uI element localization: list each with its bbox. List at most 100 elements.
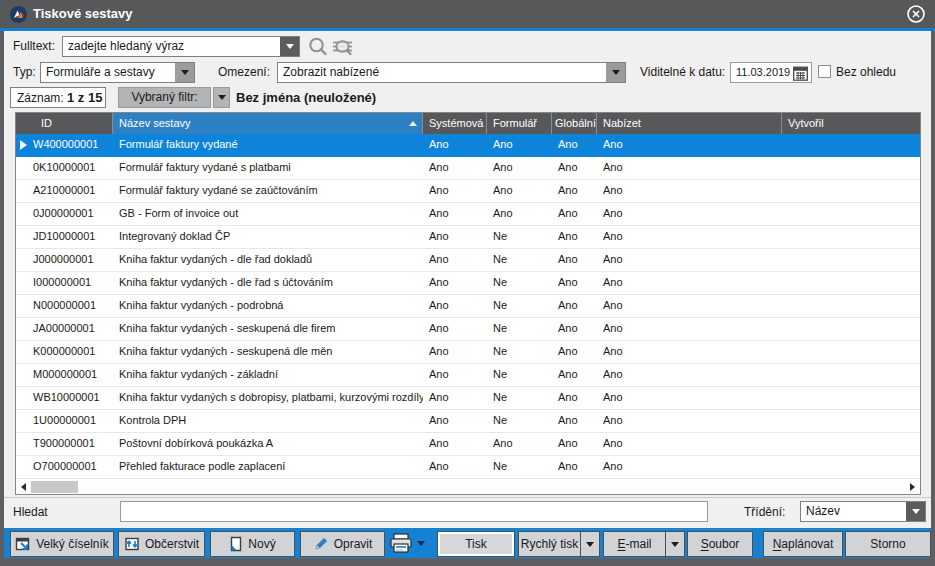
sort-dropdown-button[interactable] bbox=[906, 502, 925, 521]
cell-systemova: Ano bbox=[423, 134, 487, 156]
cell-vytvoril bbox=[782, 157, 920, 179]
cell-id: WB10000001 bbox=[16, 387, 113, 409]
cell-id: K000000001 bbox=[16, 341, 113, 363]
naplanovat-button[interactable]: Naplánovat bbox=[763, 531, 843, 557]
cell-systemova: Ano bbox=[423, 249, 487, 271]
storno-button[interactable]: Storno bbox=[845, 531, 931, 557]
table-row[interactable]: 1U00000001 Kontrola DPH Ano Ne Ano Ano bbox=[16, 410, 920, 433]
scrollbar-thumb[interactable] bbox=[31, 481, 78, 493]
type-combobox[interactable]: Formuláře a sestavy bbox=[40, 62, 195, 83]
column-header-id[interactable]: ID bbox=[16, 113, 113, 134]
novy-button[interactable]: Nový bbox=[210, 531, 295, 557]
cell-name: GB - Form of invoice out bbox=[113, 203, 423, 225]
fulltext-dropdown-button[interactable] bbox=[280, 37, 299, 56]
table-row[interactable]: 0K10000001 Formulář faktury vydané s pla… bbox=[16, 157, 920, 180]
close-icon[interactable] bbox=[907, 5, 925, 23]
table-row[interactable]: A210000001 Formulář faktury vydané se za… bbox=[16, 180, 920, 203]
cell-nabizet: Ano bbox=[597, 249, 782, 271]
cell-id: O700000001 bbox=[16, 456, 113, 478]
table-row[interactable]: JD10000001 Integrovaný doklad ČP Ano Ne … bbox=[16, 226, 920, 249]
refresh-icon bbox=[124, 536, 140, 552]
date-field[interactable]: 11.03.2019 bbox=[730, 62, 812, 83]
soubor-button[interactable]: Soubor bbox=[687, 531, 753, 557]
tisk-button[interactable]: Tisk bbox=[437, 531, 515, 557]
cell-name: Formulář faktury vydané bbox=[113, 134, 423, 156]
rychly-tisk-dropdown-button[interactable] bbox=[580, 532, 599, 556]
scroll-left-icon[interactable] bbox=[21, 483, 26, 491]
cell-nabizet: Ano bbox=[597, 203, 782, 225]
column-header-formular[interactable]: Formulář bbox=[487, 113, 552, 134]
cell-globalni: Ano bbox=[552, 249, 597, 271]
email-button[interactable]: E-mail bbox=[603, 531, 685, 557]
cell-formular: Ano bbox=[487, 157, 552, 179]
bottom-toolbar: Velký číselník Občerstvit Nový Opravit bbox=[4, 528, 931, 558]
rychly-tisk-button[interactable]: Rychlý tisk bbox=[518, 531, 600, 557]
velky-ciselnik-button[interactable]: Velký číselník bbox=[10, 531, 114, 557]
cell-vytvoril bbox=[782, 134, 920, 156]
scroll-right-icon[interactable] bbox=[910, 483, 915, 491]
cell-name: Kniha faktur vydaných - seskupená dle fi… bbox=[113, 318, 423, 340]
cell-nabizet: Ano bbox=[597, 295, 782, 317]
type-dropdown-button[interactable] bbox=[175, 63, 194, 82]
selected-filter-button[interactable]: Vybraný filtr: bbox=[118, 87, 211, 108]
bez-ohledu-checkbox[interactable] bbox=[818, 65, 831, 78]
column-header-nazev[interactable]: Název sestavy bbox=[113, 113, 423, 134]
sort-label: Třídění: bbox=[744, 502, 785, 523]
horizontal-scrollbar[interactable] bbox=[16, 480, 920, 494]
window-title: Tiskové sestavy bbox=[33, 6, 133, 21]
window-frame-bottom bbox=[0, 558, 935, 566]
table-row[interactable]: T900000001 Poštovní dobírková poukázka A… bbox=[16, 433, 920, 456]
table-row[interactable]: W400000001 Formulář faktury vydané Ano A… bbox=[16, 134, 920, 157]
cell-name: Kniha faktur vydaných - dle řad dokladů bbox=[113, 249, 423, 271]
table-row[interactable]: 0J00000001 GB - Form of invoice out Ano … bbox=[16, 203, 920, 226]
cell-globalni: Ano bbox=[552, 433, 597, 455]
opravit-button[interactable]: Opravit bbox=[300, 531, 385, 557]
table-row[interactable]: J000000001 Kniha faktur vydaných - dle ř… bbox=[16, 249, 920, 272]
cell-vytvoril bbox=[782, 341, 920, 363]
cell-globalni: Ano bbox=[552, 134, 597, 156]
cell-vytvoril bbox=[782, 410, 920, 432]
selected-filter-dropdown-button[interactable] bbox=[213, 87, 230, 108]
sort-combobox[interactable]: Název bbox=[800, 501, 926, 522]
calendar-icon[interactable] bbox=[792, 65, 808, 81]
print-menu-dropdown-icon[interactable] bbox=[417, 541, 425, 546]
table-row[interactable]: JA00000001 Kniha faktur vydaných - sesku… bbox=[16, 318, 920, 341]
obcerstvit-button[interactable]: Občerstvit bbox=[118, 531, 205, 557]
column-header-globalni[interactable]: Globální bbox=[552, 113, 597, 134]
cell-systemova: Ano bbox=[423, 180, 487, 202]
search-icon[interactable] bbox=[307, 36, 329, 58]
cell-name: Kniha faktur vydaných - základní bbox=[113, 364, 423, 386]
restriction-dropdown-button[interactable] bbox=[606, 63, 625, 82]
search-input[interactable] bbox=[120, 501, 708, 522]
table-row[interactable]: N000000001 Kniha faktur vydaných - podro… bbox=[16, 295, 920, 318]
column-header-nabizet[interactable]: Nabízet bbox=[597, 113, 782, 134]
cell-name: Formulář faktury vydané se zaúčtováním bbox=[113, 180, 423, 202]
cell-id: 0K10000001 bbox=[16, 157, 113, 179]
cell-systemova: Ano bbox=[423, 203, 487, 225]
print-menu-widget[interactable] bbox=[389, 531, 437, 555]
restriction-combobox[interactable]: Zobrazit nabízené bbox=[277, 62, 626, 83]
column-header-vytvoril[interactable]: Vytvořil bbox=[782, 113, 920, 134]
cell-nabizet: Ano bbox=[597, 272, 782, 294]
table-row[interactable]: K000000001 Kniha faktur vydaných - sesku… bbox=[16, 341, 920, 364]
table-row[interactable]: M000000001 Kniha faktur vydaných - zákla… bbox=[16, 364, 920, 387]
cell-id: 1U00000001 bbox=[16, 410, 113, 432]
cell-nabizet: Ano bbox=[597, 134, 782, 156]
search-in-text-icon[interactable] bbox=[331, 36, 354, 58]
type-value: Formuláře a sestavy bbox=[46, 63, 155, 82]
cell-name: Poštovní dobírková poukázka A bbox=[113, 433, 423, 455]
table-row[interactable]: I000000001 Kniha faktur vydaných - dle ř… bbox=[16, 272, 920, 295]
cell-vytvoril bbox=[782, 295, 920, 317]
cell-id: 0J00000001 bbox=[16, 203, 113, 225]
column-header-systemova[interactable]: Systémová bbox=[423, 113, 487, 134]
email-dropdown-button[interactable] bbox=[665, 532, 684, 556]
cell-systemova: Ano bbox=[423, 456, 487, 478]
table-row[interactable]: WB10000001 Kniha faktur vydaných s dobro… bbox=[16, 387, 920, 410]
cell-globalni: Ano bbox=[552, 226, 597, 248]
cell-globalni: Ano bbox=[552, 456, 597, 478]
edit-pencil-icon bbox=[313, 536, 329, 552]
record-counter-label: Záznam: bbox=[17, 91, 64, 105]
cell-formular: Ne bbox=[487, 272, 552, 294]
fulltext-combobox[interactable]: zadejte hledaný výraz bbox=[62, 36, 300, 57]
table-row[interactable]: O700000001 Přehled fakturace podle zapla… bbox=[16, 456, 920, 479]
